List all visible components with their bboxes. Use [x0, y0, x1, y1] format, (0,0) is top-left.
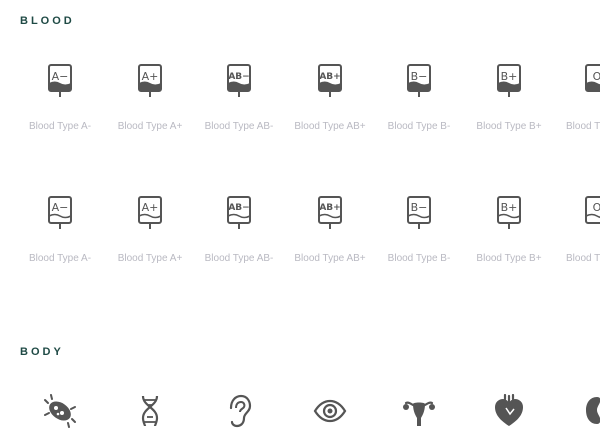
icon-label: Blood Type B+	[476, 121, 542, 132]
icon-tile-b-neg-outline[interactable]: B− Blood Type B-	[374, 195, 464, 265]
icon-label: Blood Type B+	[476, 253, 542, 264]
icon-label: Blood Type B-	[387, 121, 451, 132]
icon-tile-a-pos-outline[interactable]: A+ Blood Type A+	[105, 195, 195, 265]
icon-tile-ab-neg-outline[interactable]: AB− Blood Type AB-	[194, 195, 284, 265]
icon-label: Blood Type A-	[28, 121, 92, 132]
svg-text:O: O	[593, 201, 600, 214]
body-tile-eye[interactable]	[285, 394, 375, 428]
body-tile-heart[interactable]	[464, 394, 554, 428]
body-tile-uterus[interactable]	[374, 394, 464, 428]
body-tile-dna[interactable]	[105, 394, 195, 428]
blood-bag-ab-pos-solid-icon: AB+	[318, 64, 342, 97]
icon-tile-ab-pos[interactable]: AB+ Blood Type AB+	[285, 63, 375, 133]
blood-bag-ab-neg-solid-icon: AB−	[227, 64, 251, 97]
icon-tile-ab-pos-outline[interactable]: AB+ Blood Type AB+	[285, 195, 375, 265]
icon-tile-o-outline[interactable]: O Blood T	[554, 195, 600, 265]
blood-bag-a-neg-solid-icon: A−	[48, 64, 72, 97]
eye-icon	[313, 399, 347, 423]
icon-label: Blood Type AB-	[204, 253, 274, 264]
icon-label: Blood Type AB+	[294, 253, 366, 264]
kidney-icon	[586, 397, 600, 424]
svg-text:AB+: AB+	[319, 203, 340, 213]
icon-tile-a-pos[interactable]: A+ Blood Type A+	[105, 63, 195, 133]
svg-text:B−: B−	[411, 70, 428, 83]
icon-tile-o[interactable]: O Blood T	[554, 63, 600, 133]
icon-label: Blood Type AB+	[294, 121, 366, 132]
blood-bag-ab-pos-outline-icon: AB+	[318, 196, 342, 229]
icon-tile-b-pos-outline[interactable]: B+ Blood Type B+	[464, 195, 554, 265]
icon-label: Blood Type A-	[28, 253, 92, 264]
uterus-icon	[403, 401, 435, 426]
svg-text:O: O	[593, 70, 600, 83]
icon-label: Blood Type AB-	[204, 121, 274, 132]
ear-icon	[229, 394, 252, 428]
svg-text:A+: A+	[142, 201, 159, 214]
icon-tile-b-pos[interactable]: B+ Blood Type B+	[464, 63, 554, 133]
blood-bag-b-neg-outline-icon: B−	[407, 196, 431, 229]
heart-icon	[495, 394, 523, 426]
icon-label: Blood Type B-	[387, 253, 451, 264]
blood-bag-b-neg-solid-icon: B−	[407, 64, 431, 97]
blood-bag-a-pos-outline-icon: A+	[138, 196, 162, 229]
icon-label: Blood T	[566, 121, 600, 132]
dna-icon	[141, 395, 159, 427]
svg-text:A−: A−	[52, 201, 69, 214]
icon-tile-ab-neg[interactable]: AB− Blood Type AB-	[194, 63, 284, 133]
blood-bag-ab-neg-outline-icon: AB−	[227, 196, 251, 229]
section-title-body: BODY	[20, 346, 64, 358]
svg-text:AB−: AB−	[228, 72, 249, 82]
svg-text:AB−: AB−	[228, 203, 249, 213]
blood-bag-b-pos-outline-icon: B+	[497, 196, 521, 229]
svg-text:B+: B+	[501, 201, 518, 214]
section-title-blood: BLOOD	[20, 15, 75, 27]
body-tile-ear[interactable]	[194, 394, 284, 428]
svg-text:A+: A+	[142, 70, 159, 83]
body-tile-kidney[interactable]	[554, 394, 600, 428]
svg-text:A−: A−	[52, 70, 69, 83]
blood-bag-b-pos-solid-icon: B+	[497, 64, 521, 97]
blood-bag-o-outline-icon: O	[585, 196, 600, 224]
icon-label: Blood T	[566, 253, 600, 264]
icon-tile-b-neg[interactable]: B− Blood Type B-	[374, 63, 464, 133]
icon-tile-a-neg[interactable]: A− Blood Type A-	[15, 63, 105, 133]
blood-bag-a-neg-outline-icon: A−	[48, 196, 72, 229]
icon-tile-a-neg-outline[interactable]: A− Blood Type A-	[15, 195, 105, 265]
svg-text:B−: B−	[411, 201, 428, 214]
svg-text:B+: B+	[501, 70, 518, 83]
blood-bag-a-pos-solid-icon: A+	[138, 64, 162, 97]
icon-label: Blood Type A+	[117, 253, 183, 264]
blood-bag-o-solid-icon: O	[585, 64, 600, 92]
icon-label: Blood Type A+	[117, 121, 183, 132]
body-tile-bacteria[interactable]	[15, 394, 105, 428]
bacteria-icon	[44, 394, 76, 428]
svg-text:AB+: AB+	[319, 72, 340, 82]
